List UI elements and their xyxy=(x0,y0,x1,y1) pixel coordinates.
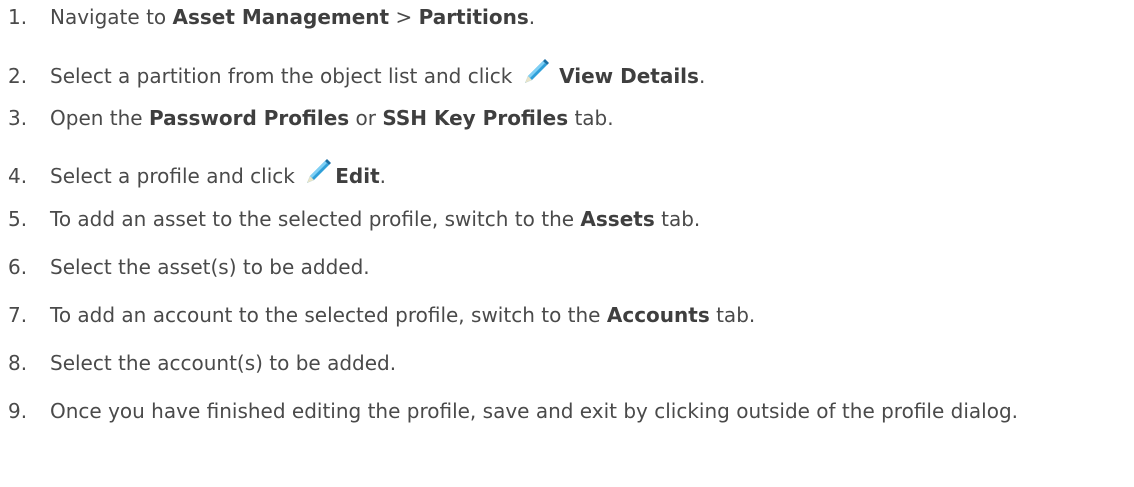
step-6: 6. Select the asset(s) to be added. xyxy=(8,255,1118,280)
step-number: 5. xyxy=(8,207,28,231)
step-text: Open the Password Profiles or SSH Key Pr… xyxy=(50,106,1110,131)
edit-label: Edit xyxy=(335,164,380,188)
step-number: 8. xyxy=(8,351,28,375)
tab-assets: Assets xyxy=(580,207,655,231)
step-text: Navigate to Asset Management > Partition… xyxy=(50,5,1110,30)
step-3: 3. Open the Password Profiles or SSH Key… xyxy=(8,106,1118,131)
step-number: 6. xyxy=(8,255,28,279)
pencil-edit-icon xyxy=(521,57,551,87)
tab-accounts: Accounts xyxy=(606,303,710,327)
step-text-part: . xyxy=(698,64,706,88)
step-9: 9. Once you have finished editing the pr… xyxy=(8,399,1118,424)
step-text: To add an asset to the selected profile,… xyxy=(50,207,1110,232)
pencil-edit-icon xyxy=(303,157,333,187)
step-8: 8. Select the account(s) to be added. xyxy=(8,351,1118,376)
step-text: Select the account(s) to be added. xyxy=(50,351,397,375)
step-number: 7. xyxy=(8,303,28,327)
step-number: 9. xyxy=(8,399,28,423)
step-4: 4. Select a profile and click Edit. xyxy=(8,157,1118,189)
step-number: 2. xyxy=(8,64,28,88)
step-text: Select a partition from the object list … xyxy=(50,57,1110,89)
step-text-part: To add an asset to the selected profile,… xyxy=(50,207,581,231)
menu-partitions: Partitions xyxy=(418,5,529,29)
step-2: 2. Select a partition from the object li… xyxy=(8,57,1118,89)
step-text-part: . xyxy=(379,164,386,188)
step-text: To add an account to the selected profil… xyxy=(50,303,1110,328)
step-text-part: To add an account to the selected profil… xyxy=(50,303,607,327)
view-details-label: View Details xyxy=(559,64,699,88)
step-text-part: tab. xyxy=(654,207,701,231)
step-text-part: Select a partition from the object list … xyxy=(50,64,519,88)
step-7: 7. To add an account to the selected pro… xyxy=(8,303,1118,328)
step-text-part: tab. xyxy=(568,106,614,130)
step-text: Select the asset(s) to be added. xyxy=(50,255,370,279)
tab-password-profiles: Password Profiles xyxy=(148,106,350,130)
step-text-part: or xyxy=(349,106,383,130)
menu-asset-management: Asset Management xyxy=(172,5,390,29)
step-number: 1. xyxy=(8,5,28,29)
step-text-part: tab. xyxy=(709,303,756,327)
step-text-part: Open the xyxy=(50,106,149,130)
step-number: 4. xyxy=(8,164,28,188)
step-1: 1. Navigate to Asset Management > Partit… xyxy=(8,5,1118,30)
step-text-part: . xyxy=(528,5,536,29)
step-number: 3. xyxy=(8,106,28,130)
step-5: 5. To add an asset to the selected profi… xyxy=(8,207,1118,232)
step-text-part: Select a profile and click xyxy=(50,164,302,188)
step-text-part: > xyxy=(389,5,419,29)
step-text-part: Navigate to xyxy=(50,5,173,29)
tab-ssh-key-profiles: SSH Key Profiles xyxy=(382,106,569,130)
step-text: Once you have finished editing the profi… xyxy=(50,399,1018,423)
step-text: Select a profile and click Edit. xyxy=(50,157,1110,189)
